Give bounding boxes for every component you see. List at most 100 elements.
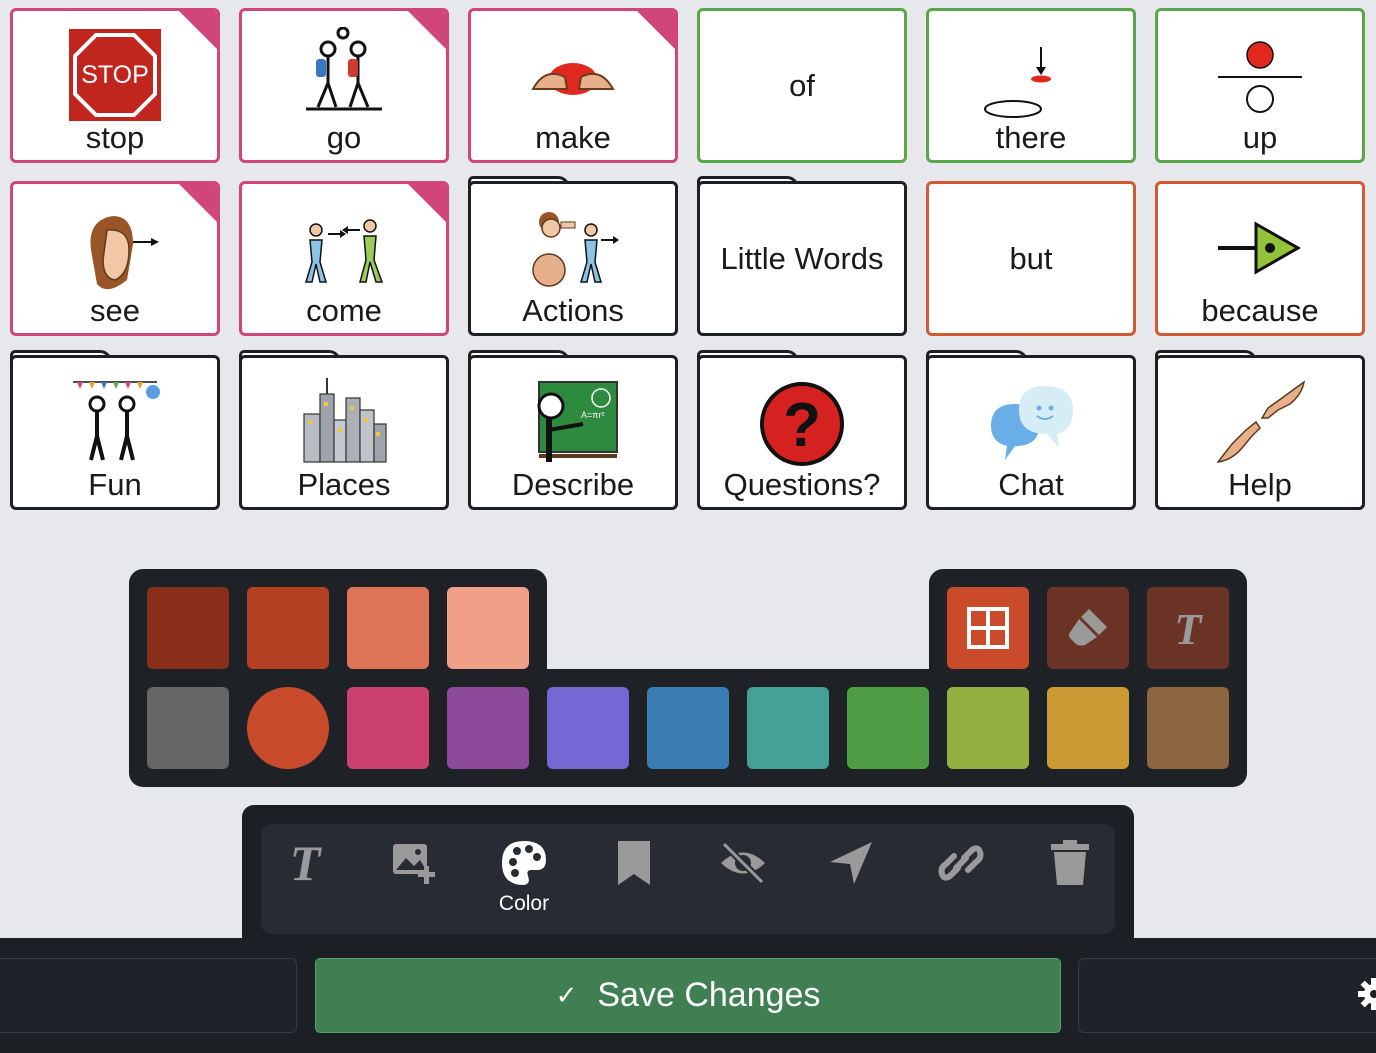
color-swatch[interactable] [247,687,329,769]
folder-help[interactable]: Help [1155,355,1365,510]
svg-text:STOP: STOP [81,61,149,89]
tile-come[interactable]: come [239,181,449,336]
color-swatch[interactable] [847,687,929,769]
save-label: Save Changes [597,976,821,1014]
question-mark-icon: ? [754,374,850,470]
folder-fun[interactable]: Fun [10,355,220,510]
color-swatch[interactable] [747,687,829,769]
corner-marker [177,184,217,224]
folder-questions[interactable]: ? Questions? [697,355,907,510]
add-image-tool[interactable] [375,838,455,918]
corner-marker [406,11,446,51]
eye-slash-icon [718,838,768,888]
tile-stop[interactable]: STOP stop [10,8,220,163]
hide-tool[interactable] [703,838,783,918]
tile-make[interactable]: make [468,8,678,163]
color-swatch[interactable] [447,687,529,769]
tile-go[interactable]: go [239,8,449,163]
add-image-icon [390,838,440,888]
tile-up[interactable]: up [1155,8,1365,163]
paint-bucket-icon[interactable] [1047,587,1129,669]
folder-little-words[interactable]: Little Words [697,181,907,336]
places-city-icon [296,374,392,470]
actions-people-icon [525,200,621,296]
come-people-icon [296,200,392,296]
color-swatch[interactable] [347,687,429,769]
bookmark-icon [609,838,659,888]
tile-label: but [1009,240,1053,276]
color-swatch[interactable] [147,587,229,669]
go-walking-icon [296,27,392,123]
stop-sign-icon: STOP [69,29,161,121]
tile-label: because [1201,293,1319,328]
color-swatch[interactable] [147,687,229,769]
because-arrow-icon [1212,200,1308,296]
color-swatch[interactable] [947,687,1029,769]
tile-label: of [789,67,815,103]
describe-teacher-icon: A=πr² [525,374,621,470]
text-style-icon[interactable]: T [1147,587,1229,669]
check-icon: ✓ [555,980,578,1010]
svg-text:?: ? [783,391,821,460]
make-hands-icon [525,27,621,123]
tool-label: Color [498,892,550,915]
color-swatch[interactable] [347,587,429,669]
tile-of[interactable]: of [697,8,907,163]
trash-icon [1045,838,1095,888]
color-swatch[interactable] [547,687,629,769]
link-icon [936,838,986,888]
gear-icon[interactable] [1358,978,1376,1010]
folder-actions[interactable]: Actions [468,181,678,336]
tile-but[interactable]: but [926,181,1136,336]
tile-see[interactable]: see [10,181,220,336]
palette-icon [499,838,549,888]
text-icon: T [280,838,330,888]
bottom-right-button[interactable] [1078,958,1376,1033]
tile-label: stop [85,120,145,155]
tile-label: there [995,120,1067,155]
fun-party-icon [67,374,163,470]
tile-there[interactable]: there [926,8,1136,163]
grid-layout-icon[interactable] [947,587,1029,669]
corner-marker [635,11,675,51]
tile-because[interactable]: because [1155,181,1365,336]
corner-marker [177,11,217,51]
folder-places[interactable]: Places [239,355,449,510]
svg-text:A=πr²: A=πr² [581,410,604,420]
location-arrow-icon [826,838,876,888]
tile-label: Help [1228,467,1292,502]
tile-label: see [90,293,140,328]
chat-bubbles-icon [983,374,1079,470]
color-swatch[interactable] [247,587,329,669]
color-swatch[interactable] [1147,687,1229,769]
color-swatch[interactable] [647,687,729,769]
tile-label: Questions? [723,467,881,502]
color-swatch[interactable] [447,587,529,669]
up-icon [1212,27,1308,123]
bottom-left-button[interactable] [0,958,297,1033]
see-face-icon [67,200,163,296]
tile-label: Actions [522,293,624,328]
folder-describe[interactable]: A=πr² Describe [468,355,678,510]
tile-label: up [1242,120,1278,155]
navigate-tool[interactable] [811,838,891,918]
tile-label: Places [297,467,391,502]
text-tool[interactable]: T [265,838,345,918]
tile-label: go [326,120,362,155]
svg-text:T: T [1175,606,1204,650]
color-tool[interactable]: Color [484,838,564,918]
there-icon [983,27,1079,123]
svg-text:T: T [290,838,323,888]
corner-marker [406,184,446,224]
save-changes-button[interactable]: ✓ Save Changes [315,958,1061,1033]
bookmark-tool[interactable] [594,838,674,918]
button-grid: STOP stop go make of there up see come A… [0,0,1376,520]
folder-chat[interactable]: Chat [926,355,1136,510]
delete-tool[interactable] [1030,838,1110,918]
tile-label: Chat [998,467,1064,502]
tile-label: Describe [511,467,635,502]
tile-label: Little Words [720,240,884,276]
link-tool[interactable] [921,838,1001,918]
color-swatch[interactable] [1047,687,1129,769]
tile-label: Fun [88,467,142,502]
